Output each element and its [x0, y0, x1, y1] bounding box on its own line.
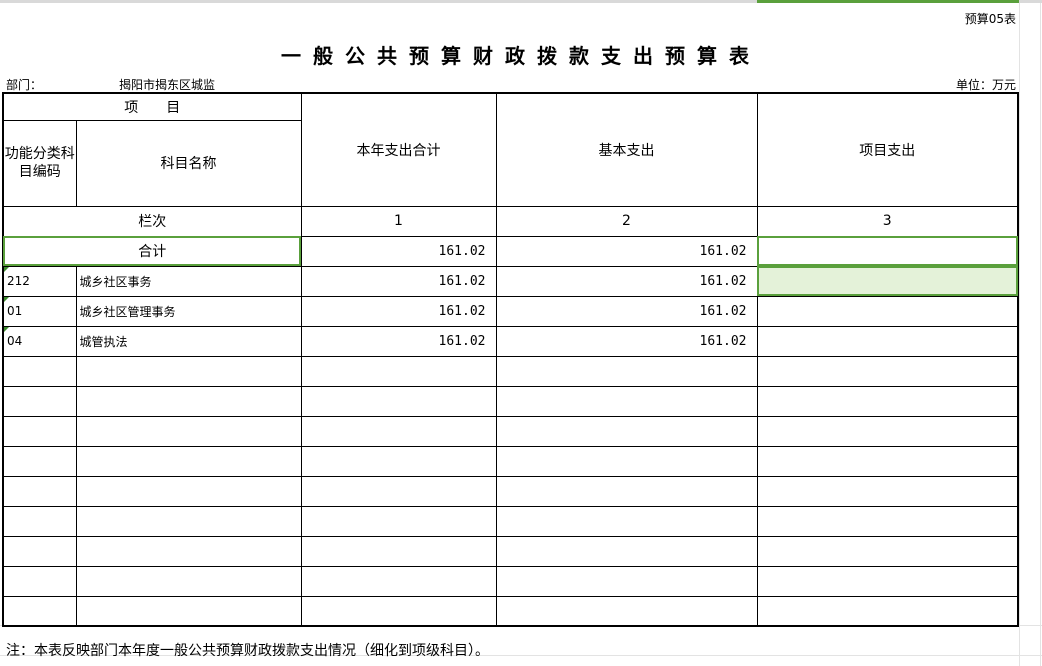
empty-cell[interactable] — [495, 415, 758, 447]
column-index-label[interactable]: 栏次 — [2, 205, 302, 237]
row-code[interactable]: 04 — [2, 325, 77, 357]
empty-cell[interactable] — [495, 535, 758, 567]
row-name[interactable]: 城管执法 — [75, 325, 302, 357]
empty-cell[interactable] — [300, 535, 497, 567]
row-code[interactable]: 212 — [2, 265, 77, 297]
empty-cell[interactable] — [756, 445, 1019, 477]
empty-cell[interactable] — [2, 565, 77, 597]
empty-cell[interactable] — [2, 475, 77, 507]
total-row-total[interactable]: 161.02 — [300, 235, 497, 267]
total-row-basic[interactable]: 161.02 — [495, 235, 758, 267]
total-row-label[interactable]: 合计 — [2, 235, 302, 267]
empty-cell[interactable] — [2, 595, 77, 627]
department-label: 部门： — [6, 78, 43, 92]
empty-cell[interactable] — [495, 385, 758, 417]
total-row-project[interactable] — [756, 235, 1019, 267]
empty-cell[interactable] — [756, 355, 1019, 387]
empty-cell[interactable] — [75, 385, 302, 417]
project-expense-header[interactable]: 项目支出 — [756, 92, 1019, 207]
row-project[interactable] — [756, 265, 1019, 297]
empty-cell[interactable] — [495, 445, 758, 477]
unit-label: 单位：万元 — [955, 78, 1016, 92]
row-name[interactable]: 城乡社区管理事务 — [75, 295, 302, 327]
empty-cell[interactable] — [75, 415, 302, 447]
form-code: 预算05表 — [964, 12, 1016, 26]
empty-cell[interactable] — [300, 355, 497, 387]
subject-name-header[interactable]: 科目名称 — [75, 119, 302, 207]
empty-cell[interactable] — [2, 445, 77, 477]
department-name: 揭阳市揭东区城监 — [119, 78, 216, 92]
column-index-3[interactable]: 3 — [756, 205, 1019, 237]
budget-table: 项 目 本年支出合计 基本支出 项目支出 功能分类科目编码 科目名称 栏次 1 … — [2, 92, 1019, 627]
empty-cell[interactable] — [300, 595, 497, 627]
column-index-1[interactable]: 1 — [300, 205, 497, 237]
selected-column-marker — [757, 0, 1019, 3]
row-basic[interactable]: 161.02 — [495, 295, 758, 327]
empty-cell[interactable] — [756, 415, 1019, 447]
empty-cell[interactable] — [756, 385, 1019, 417]
row-project[interactable] — [756, 295, 1019, 327]
empty-cell[interactable] — [300, 385, 497, 417]
row-total[interactable]: 161.02 — [300, 295, 497, 327]
function-code-header[interactable]: 功能分类科目编码 — [2, 119, 77, 207]
item-group-header[interactable]: 项 目 — [2, 92, 302, 121]
row-total[interactable]: 161.02 — [300, 325, 497, 357]
empty-cell[interactable] — [495, 355, 758, 387]
empty-cell[interactable] — [300, 415, 497, 447]
empty-cell[interactable] — [300, 445, 497, 477]
empty-cell[interactable] — [300, 505, 497, 537]
empty-cell[interactable] — [75, 505, 302, 537]
row-code[interactable]: 01 — [2, 295, 77, 327]
empty-cell[interactable] — [75, 445, 302, 477]
total-expense-header[interactable]: 本年支出合计 — [300, 92, 497, 207]
empty-cell[interactable] — [495, 475, 758, 507]
empty-cell[interactable] — [2, 355, 77, 387]
empty-cell[interactable] — [2, 535, 77, 567]
row-basic[interactable]: 161.02 — [495, 325, 758, 357]
empty-cell[interactable] — [75, 355, 302, 387]
footnote: 注：本表反映部门本年度一般公共预算财政拨款支出情况（细化到项级科目）。 — [6, 643, 489, 659]
empty-cell[interactable] — [756, 595, 1019, 627]
empty-cell[interactable] — [756, 535, 1019, 567]
empty-cell[interactable] — [2, 415, 77, 447]
row-project[interactable] — [756, 325, 1019, 357]
row-total[interactable]: 161.02 — [300, 265, 497, 297]
page-title: 一般公共预算财政拨款支出预算表 — [281, 44, 761, 68]
empty-cell[interactable] — [300, 475, 497, 507]
empty-cell[interactable] — [75, 535, 302, 567]
row-name[interactable]: 城乡社区事务 — [75, 265, 302, 297]
empty-cell[interactable] — [756, 475, 1019, 507]
column-header-strip — [0, 0, 1042, 3]
empty-cell[interactable] — [495, 565, 758, 597]
empty-cell[interactable] — [2, 505, 77, 537]
empty-cell[interactable] — [495, 505, 758, 537]
empty-cell[interactable] — [75, 595, 302, 627]
empty-cell[interactable] — [300, 565, 497, 597]
empty-cell[interactable] — [756, 505, 1019, 537]
empty-cell[interactable] — [756, 565, 1019, 597]
basic-expense-header[interactable]: 基本支出 — [495, 92, 758, 207]
empty-cell[interactable] — [75, 475, 302, 507]
row-basic[interactable]: 161.02 — [495, 265, 758, 297]
empty-cell[interactable] — [495, 595, 758, 627]
column-index-2[interactable]: 2 — [495, 205, 758, 237]
empty-cell[interactable] — [2, 385, 77, 417]
empty-cell[interactable] — [75, 565, 302, 597]
